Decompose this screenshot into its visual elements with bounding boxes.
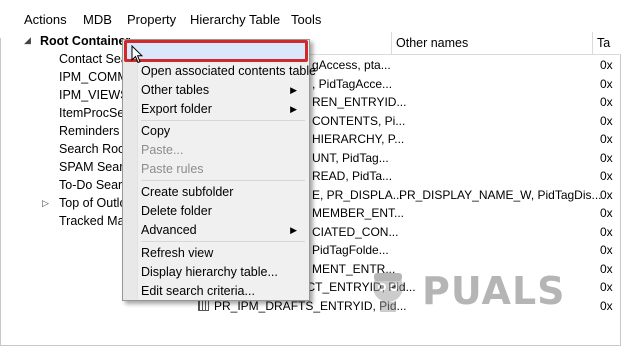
grid-cell-name: , PidTagAcce...	[312, 75, 392, 93]
submenu-arrow-icon: ▶	[290, 225, 297, 235]
context-menu-item-label: Paste rules	[141, 162, 204, 176]
grid-cell-name: gAccess, pta...	[312, 56, 391, 74]
expand-arrow-icon[interactable]: ▷	[42, 198, 49, 209]
grid-cell-text: UNT, PidTag...	[312, 150, 389, 165]
grid-cell-tag: 0x	[600, 280, 613, 294]
submenu-arrow-icon: ▶	[290, 104, 297, 114]
grid-cell-name: CIATED_CON...	[312, 223, 398, 241]
context-menu-item-label: Copy	[141, 124, 171, 138]
grid-cell-text: PidTagFolde...	[312, 243, 389, 257]
column-header-tag[interactable]: Ta	[597, 36, 610, 50]
tree-item[interactable]: ItemProcSea	[59, 104, 131, 122]
context-menu-item-label: Open associated contents table	[141, 64, 317, 78]
context-menu-item[interactable]: Create subfolder	[141, 183, 305, 202]
context-menu-item: Paste rules	[141, 160, 305, 179]
context-menu-item-label: Delete folder	[141, 204, 212, 218]
context-menu-item[interactable]: Edit search criteria...	[141, 282, 305, 301]
grid-cell-name: REN_ENTRYID...	[312, 93, 406, 111]
grid-cell-tag: 0x	[600, 169, 613, 183]
context-menu-item-label: Edit search criteria...	[141, 284, 255, 298]
grid-cell-tag: 0x	[600, 58, 613, 72]
grid-cell-text: gAccess, pta...	[312, 58, 391, 72]
context-menu-item[interactable]: Other tables ▶	[141, 81, 305, 100]
grid-cell-name: READ, PidTa...	[312, 167, 392, 185]
watermark-text: PUALS	[422, 269, 566, 313]
column-header-other-names[interactable]: Other names	[396, 36, 468, 50]
tree-item-root[interactable]: Root Container	[40, 32, 130, 50]
context-menu-item-label: Create subfolder	[141, 185, 234, 199]
highlighted-menu-item-box	[124, 40, 308, 62]
grid-cell-tag: 0x	[600, 187, 613, 202]
tree-item[interactable]: Search Root	[59, 140, 128, 158]
menu-property[interactable]: Property	[127, 12, 176, 28]
context-menu-item[interactable]: Display hierarchy table...	[141, 263, 305, 282]
tree-item[interactable]: To-Do Searc	[59, 176, 128, 194]
grid-cell-name: E, PR_DISPLA...	[312, 186, 403, 204]
column-divider[interactable]	[391, 32, 392, 54]
context-menu-item[interactable]: Export folder ▶	[141, 100, 305, 119]
grid-cell-text: , PidTagAcce...	[312, 76, 393, 91]
context-menu-item-label: Export folder	[141, 102, 212, 116]
context-menu-item: Paste...	[141, 141, 305, 160]
grid-cell-tag: 0x	[600, 95, 613, 109]
grid-cell-text: CONTENTS, Pi...	[312, 113, 406, 128]
tree-item[interactable]: Contact Sea	[59, 50, 128, 68]
grid-cell-text: REN_ENTRYID...	[312, 95, 407, 109]
tree-item[interactable]: Top of Outlo	[59, 194, 126, 212]
grid-cell-tag: 0x	[600, 150, 613, 165]
context-menu-item-label: Other tables	[141, 83, 210, 97]
context-menu-item[interactable]: Delete folder	[141, 202, 305, 221]
context-menu: Open contents tableOpen associated conte…	[122, 39, 316, 301]
grid-cell-other-names: PR_DISPLAY_NAME_W, PidTagDis...	[399, 187, 602, 202]
grid-cell-tag: 0x	[600, 224, 613, 239]
context-menu-item[interactable]: Advanced ▶	[141, 221, 305, 240]
context-menu-item-label: Paste...	[141, 143, 184, 157]
grid-cell-name: UNT, PidTag...	[312, 149, 389, 167]
menu-gutter	[123, 40, 138, 300]
context-menu-item[interactable]: Refresh view	[141, 244, 305, 263]
tree-item[interactable]: Tracked Ma	[59, 212, 125, 230]
context-menu-item-label: Advanced	[141, 223, 197, 237]
grid-cell-text: MEMBER_ENT...	[312, 206, 405, 220]
mouse-cursor-icon	[131, 45, 143, 64]
grid-cell-text: E, PR_DISPLA...	[312, 187, 403, 202]
grid-cell-name: HIERARCHY, P...	[312, 130, 404, 148]
tree-item[interactable]: IPM_VIEWS	[59, 86, 128, 104]
column-divider[interactable]	[592, 32, 593, 54]
context-menu-item-label: Display hierarchy table...	[141, 265, 278, 279]
menu-hierarchy-table[interactable]: Hierarchy Table	[190, 12, 280, 28]
menu-actions[interactable]: Actions	[24, 12, 67, 28]
collapse-arrow-icon[interactable]: ◢	[24, 35, 31, 46]
tree-item[interactable]: IPM_COMM	[59, 68, 128, 86]
grid-cell-name: CONTENTS, Pi...	[312, 112, 405, 130]
grid-cell-name: MEMBER_ENT...	[312, 204, 404, 222]
grid-cell-text: CIATED_CON...	[312, 224, 399, 239]
grid-cell-tag: 0x	[600, 113, 613, 128]
submenu-arrow-icon: ▶	[290, 85, 297, 95]
grid-cell-text: HIERARCHY, P...	[312, 132, 405, 146]
context-menu-item[interactable]: Open associated contents table	[141, 62, 316, 81]
tree-item[interactable]: Reminders	[59, 122, 119, 140]
grid-cell-name: PidTagFolde...	[312, 241, 389, 259]
context-menu-item-label: Refresh view	[141, 246, 214, 260]
grid-cell-tag: 0x	[600, 132, 613, 146]
menu-separator	[141, 180, 305, 181]
grid-cell-tag: 0x	[600, 261, 613, 276]
grid-cell-text: READ, PidTa...	[312, 169, 393, 183]
grid-cell-tag: 0x	[600, 206, 613, 220]
grid-cell-tag: 0x	[600, 298, 613, 313]
menu-mdb[interactable]: MDB	[83, 12, 112, 28]
menu-tools[interactable]: Tools	[291, 12, 321, 28]
property-icon	[198, 299, 209, 311]
context-menu-item[interactable]: Copy	[141, 122, 305, 141]
menu-separator	[141, 241, 305, 242]
menu-separator	[141, 120, 305, 121]
tree-item[interactable]: SPAM Searc	[59, 158, 130, 176]
grid-cell-tag: 0x	[600, 243, 613, 257]
mascot-logo-icon	[373, 272, 403, 312]
grid-cell-tag: 0x	[600, 76, 613, 91]
